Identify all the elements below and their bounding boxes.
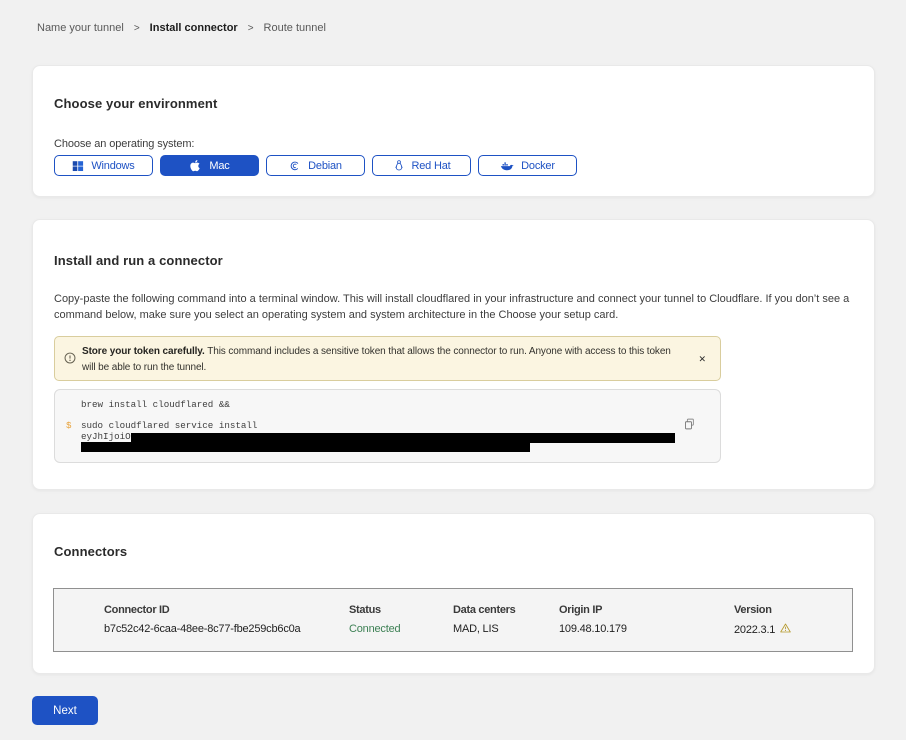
os-button-docker[interactable]: Docker: [478, 155, 577, 176]
os-button-label: Debian: [308, 160, 342, 172]
col-header-data-centers: Data centers: [453, 604, 559, 616]
copy-icon[interactable]: [684, 418, 696, 433]
data-centers-cell: MAD, LIS: [453, 623, 559, 636]
debian-icon: [289, 160, 301, 172]
version-value: 2022.3.1: [734, 624, 775, 636]
token-prefix: eyJhIjoiO: [81, 431, 131, 442]
connector-id-cell: b7c52c42-6caa-48ee-8c77-fbe259cb6c0a: [104, 623, 349, 636]
next-button[interactable]: Next: [32, 696, 98, 725]
version-cell: 2022.3.1: [734, 623, 832, 636]
breadcrumb-install-connector[interactable]: Install connector: [150, 22, 238, 34]
docker-icon: [500, 160, 514, 172]
alert-circle-icon: [64, 352, 76, 370]
install-command-code-block: brew install cloudflared && sudo cloudfl…: [54, 389, 721, 463]
code-line-sudo: sudo cloudflared service install: [81, 421, 720, 432]
tux-icon: [393, 159, 405, 172]
breadcrumb-name-your-tunnel[interactable]: Name your tunnel: [37, 22, 124, 34]
connector-card-description: Copy-paste the following command into a …: [54, 291, 853, 323]
status-cell: Connected: [349, 623, 453, 636]
token-redaction-bar: [81, 442, 530, 452]
breadcrumb: Name your tunnel > Install connector > R…: [37, 22, 326, 34]
os-button-debian[interactable]: Debian: [266, 155, 365, 176]
os-button-redhat[interactable]: Red Hat: [372, 155, 471, 176]
apple-icon: [189, 159, 202, 172]
connector-card-title: Install and run a connector: [54, 253, 853, 268]
breadcrumb-route-tunnel[interactable]: Route tunnel: [264, 22, 326, 34]
connector-row: b7c52c42-6caa-48ee-8c77-fbe259cb6c0a Con…: [104, 623, 832, 636]
os-button-label: Windows: [91, 160, 134, 172]
os-button-windows[interactable]: Windows: [54, 155, 153, 176]
token-redaction-bar: [131, 433, 675, 443]
os-button-label: Mac: [209, 160, 229, 172]
warning-title: Store your token carefully.: [82, 346, 205, 357]
origin-ip-cell: 109.48.10.179: [559, 623, 734, 636]
code-line-brew: brew install cloudflared &&: [81, 400, 720, 411]
close-icon[interactable]: ✕: [698, 356, 706, 365]
code-line-token: eyJhIjoiO: [81, 432, 720, 443]
connectors-card: Connectors Connector ID Status Data cent…: [32, 513, 875, 674]
connectors-table: Connector ID Status Data centers Origin …: [53, 588, 853, 652]
os-button-group: Windows Mac Debian: [54, 155, 853, 176]
token-warning-banner: Store your token carefully. This command…: [54, 336, 721, 381]
install-connector-card: Install and run a connector Copy-paste t…: [32, 219, 875, 490]
os-button-label: Docker: [521, 160, 555, 172]
shell-prompt: $: [66, 421, 72, 432]
col-header-origin-ip: Origin IP: [559, 604, 734, 616]
connectors-table-header: Connector ID Status Data centers Origin …: [104, 604, 832, 616]
col-header-connector-id: Connector ID: [104, 604, 349, 616]
os-select-label: Choose an operating system:: [54, 138, 853, 150]
windows-icon: [72, 160, 84, 172]
col-header-status: Status: [349, 604, 453, 616]
warning-triangle-icon: [780, 623, 791, 636]
warning-text: Store your token carefully. This command…: [82, 346, 671, 373]
os-button-label: Red Hat: [412, 160, 451, 172]
environment-card-title: Choose your environment: [54, 96, 853, 111]
col-header-version: Version: [734, 604, 832, 616]
choose-environment-card: Choose your environment Choose an operat…: [32, 65, 875, 197]
breadcrumb-separator: >: [248, 23, 254, 34]
os-button-mac[interactable]: Mac: [160, 155, 259, 176]
breadcrumb-separator: >: [134, 23, 140, 34]
connectors-card-title: Connectors: [54, 544, 853, 559]
